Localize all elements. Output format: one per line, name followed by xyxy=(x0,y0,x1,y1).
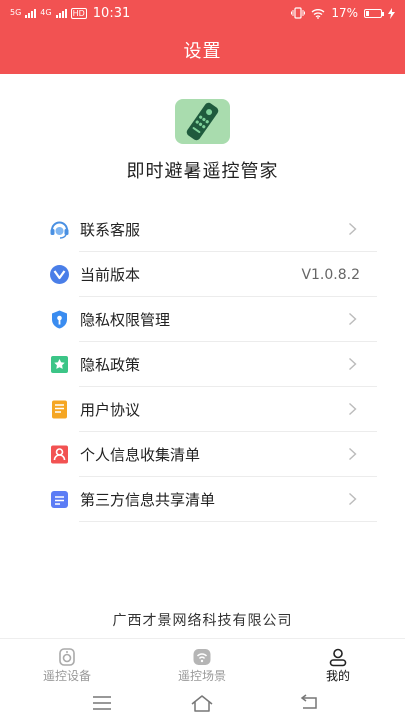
wifi-icon xyxy=(311,8,325,19)
menu-item-user-agreement[interactable]: 用户协议 xyxy=(0,387,405,432)
divider xyxy=(79,521,377,522)
menu-item-third-party-sharing[interactable]: 第三方信息共享清单 xyxy=(0,477,405,522)
battery-percent: 17% xyxy=(331,6,358,20)
tab-label: 遥控设备 xyxy=(42,669,91,683)
privacy-shield-icon xyxy=(52,310,67,329)
title-bar: 设置 xyxy=(0,26,405,74)
menu-item-current-version[interactable]: 当前版本 V1.0.8.2 xyxy=(0,252,405,297)
status-bar: 5G 4G HD 10:31 17% xyxy=(0,0,405,26)
personal-info-icon xyxy=(51,445,68,464)
menu-item-personal-info-list[interactable]: 个人信息收集清单 xyxy=(0,432,405,477)
tab-remote-scene[interactable]: 遥控场景 xyxy=(152,639,252,687)
signal-bars-icon xyxy=(25,8,37,18)
menu-label: 联系客服 xyxy=(80,221,141,239)
tab-label: 我的 xyxy=(325,669,350,683)
tab-label: 遥控场景 xyxy=(177,669,226,683)
charging-icon xyxy=(388,7,395,19)
status-right: 17% xyxy=(291,6,395,20)
version-value: V1.0.8.2 xyxy=(301,266,360,283)
remote-scene-icon xyxy=(193,649,211,665)
menu-item-contact-service[interactable]: 联系客服 xyxy=(0,207,405,252)
home-icon[interactable] xyxy=(190,693,214,713)
tab-remote-device[interactable]: 遥控设备 xyxy=(17,639,117,687)
signal-5g-label: 5G xyxy=(10,8,22,17)
chevron-right-icon xyxy=(349,447,357,461)
menu-label: 用户协议 xyxy=(80,401,141,419)
battery-icon xyxy=(364,8,384,18)
chevron-right-icon xyxy=(349,357,357,371)
profile-icon xyxy=(329,648,347,667)
menu-label: 第三方信息共享清单 xyxy=(80,491,216,509)
settings-menu: 联系客服 当前版本 V1.0.8.2 隐私权限管理 隐私政策 用户协议 个人信息… xyxy=(0,207,405,522)
page-title: 设置 xyxy=(183,41,222,62)
signal-bars-icon xyxy=(55,8,67,18)
menu-icon[interactable] xyxy=(90,693,114,713)
remote-control-icon xyxy=(186,102,219,141)
menu-label: 当前版本 xyxy=(80,266,141,284)
third-party-icon xyxy=(51,491,68,508)
menu-item-privacy-policy[interactable]: 隐私政策 xyxy=(0,342,405,387)
customer-service-icon xyxy=(50,221,69,239)
agreement-icon xyxy=(52,400,67,419)
app-name: 即时避暑遥控管家 xyxy=(126,161,279,182)
status-time: 10:31 xyxy=(92,5,131,21)
menu-label: 隐私政策 xyxy=(80,356,141,374)
vibrate-icon xyxy=(291,7,306,19)
company-name: 广西才景网络科技有限公司 xyxy=(112,613,293,629)
status-left: 5G 4G HD 10:31 xyxy=(10,6,130,21)
app-logo xyxy=(175,99,230,144)
system-nav-bar xyxy=(0,686,405,720)
chevron-right-icon xyxy=(349,402,357,416)
menu-label: 隐私权限管理 xyxy=(80,311,171,329)
back-icon[interactable] xyxy=(297,693,321,713)
policy-icon xyxy=(51,356,68,373)
remote-device-icon xyxy=(59,648,75,666)
chevron-right-icon xyxy=(349,312,357,326)
hd-badge: HD xyxy=(70,7,87,19)
menu-label: 个人信息收集清单 xyxy=(80,446,201,464)
version-icon xyxy=(50,265,69,284)
chevron-right-icon xyxy=(349,492,357,506)
bottom-tab-bar: 遥控设备 遥控场景 我的 xyxy=(0,638,405,686)
tab-mine[interactable]: 我的 xyxy=(288,639,388,687)
menu-item-privacy-permission[interactable]: 隐私权限管理 xyxy=(0,297,405,342)
chevron-right-icon xyxy=(349,222,357,236)
signal-4g-label: 4G xyxy=(40,8,52,17)
